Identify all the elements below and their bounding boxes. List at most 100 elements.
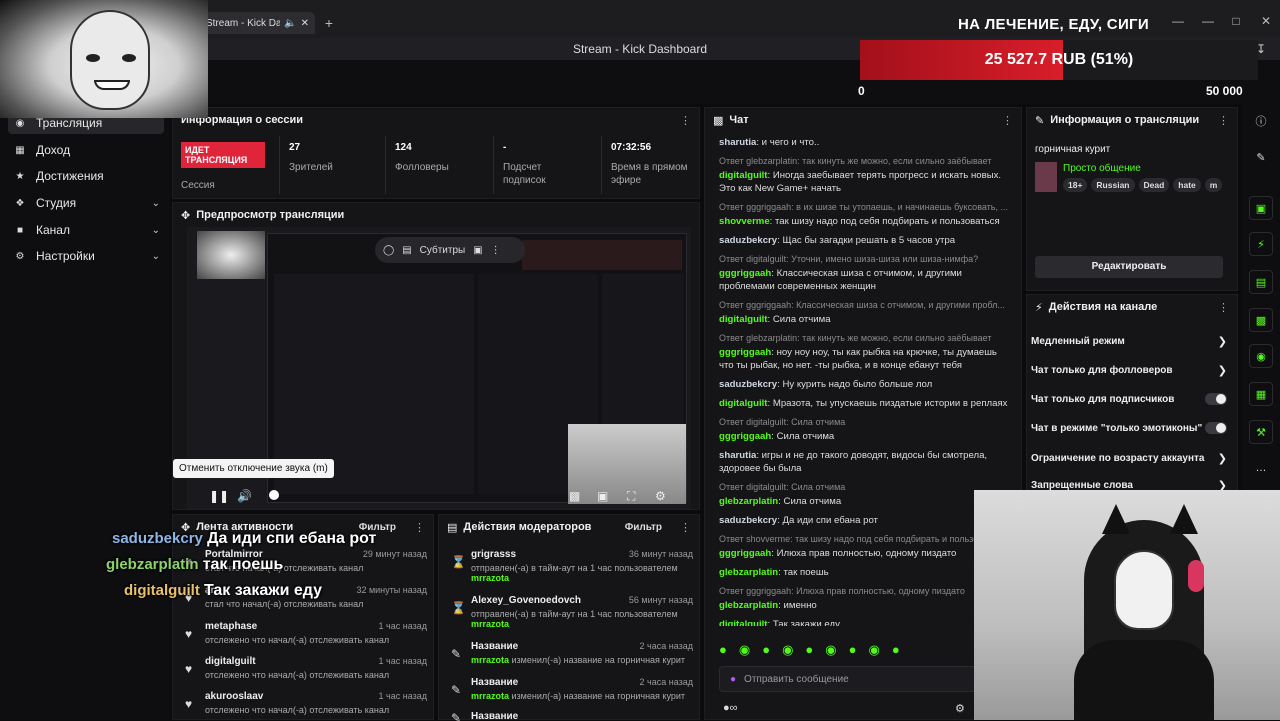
chat-username[interactable]: gggriggaah	[719, 548, 771, 559]
moderator-name[interactable]: mrrazota	[471, 619, 509, 629]
sidebar-item-settings[interactable]: ⚙ Настройки ⌄	[8, 245, 164, 267]
chat-username[interactable]: glebzarplatin	[719, 600, 778, 611]
reply-reference[interactable]: Ответ shovverme: так шизу надо под себя …	[719, 533, 1009, 546]
reply-reference[interactable]: Ответ gggriggaah: Илюха прав полностью, …	[719, 585, 1009, 598]
lightning-icon[interactable]: ⚡	[1249, 232, 1273, 256]
chat-username[interactable]: glebzarplatin	[719, 496, 778, 507]
chat-input[interactable]: ● Отправить сообщение	[719, 666, 1009, 692]
broadcast-icon[interactable]: ◉	[1249, 344, 1273, 368]
chat-username[interactable]: gggriggaah	[719, 431, 771, 442]
info-icon[interactable]: ⓘ	[1249, 110, 1273, 134]
avatar-mouth	[94, 80, 130, 90]
settings-icon[interactable]: ⚙	[655, 489, 666, 503]
emote-icon[interactable]: ●	[805, 642, 813, 664]
chat-settings-icon[interactable]: ⚙	[955, 702, 965, 715]
more-options-icon[interactable]: ⋮	[1002, 114, 1013, 127]
slow-mode-row[interactable]: Медленный режим ❯	[1031, 331, 1227, 351]
more-options-icon[interactable]: ⋮	[1218, 301, 1229, 314]
account-age-row[interactable]: Ограничение по возрасту аккаунта ❯	[1031, 448, 1227, 468]
filter-button[interactable]: Фильтр	[625, 522, 662, 533]
emote-icon[interactable]: ●	[719, 642, 727, 664]
user-name[interactable]: Alexey_Govenoedovch	[471, 595, 581, 606]
more-icon[interactable]: …	[1249, 456, 1273, 480]
pip-icon[interactable]: ▣	[473, 245, 482, 256]
emote-icon[interactable]: ●	[892, 642, 900, 664]
reply-reference[interactable]: Ответ gggriggaah: Классическая шиза с от…	[719, 299, 1009, 312]
reply-reference[interactable]: Ответ glebzarplatin: так кинуть же можно…	[719, 155, 1009, 168]
restore-icon[interactable]: —	[1198, 14, 1218, 28]
category-name[interactable]: Просто общение	[1063, 163, 1141, 174]
chat-username[interactable]: sharutia	[719, 450, 756, 461]
more-options-icon[interactable]: ⋮	[491, 245, 501, 256]
preview-side	[602, 274, 684, 424]
more-options-icon[interactable]: ⋮	[414, 521, 425, 534]
reply-reference[interactable]: Ответ digitalguilt: Сила отчима	[719, 416, 1009, 429]
edit-button[interactable]: Редактировать	[1035, 256, 1223, 278]
chat-username[interactable]: digitalguilt	[719, 170, 768, 181]
chat-messages[interactable]: sharutia: и чего и что.. Ответ glebzarpla…	[719, 136, 1009, 626]
maximize-icon[interactable]: □	[1226, 14, 1246, 28]
fullscreen-icon[interactable]: ⛶	[627, 489, 635, 504]
user-name[interactable]: grigrasss	[471, 549, 516, 560]
subscribers-only-toggle[interactable]	[1205, 393, 1227, 405]
sidebar-item-income[interactable]: ▦ Доход	[8, 139, 164, 161]
more-options-icon[interactable]: ⋮	[680, 521, 691, 534]
chat-users-icon[interactable]: ●∞	[723, 702, 738, 714]
chat-username[interactable]: digitalguilt	[719, 398, 768, 409]
more-options-icon[interactable]: ⋮	[1218, 114, 1229, 127]
chat-username[interactable]: gggriggaah	[719, 268, 771, 279]
moderator-name[interactable]: mrrazota	[471, 655, 509, 665]
chat-username[interactable]: digitalguilt	[719, 619, 768, 626]
chat-username[interactable]: sharutia	[719, 137, 756, 148]
sidebar-item-achievements[interactable]: ★ Достижения	[8, 165, 164, 187]
miniplayer-icon[interactable]: ▣	[597, 489, 608, 503]
emote-icon[interactable]: ●	[762, 642, 770, 664]
volume-slider-handle[interactable]	[269, 490, 279, 500]
moderator-name[interactable]: mrrazota	[471, 691, 509, 701]
wrench-icon[interactable]: ⚒	[1249, 420, 1273, 444]
sidebar-item-studio[interactable]: ❖ Студия ⌄	[8, 192, 164, 214]
more-options-icon[interactable]: ⋮	[680, 114, 691, 127]
list-icon[interactable]: ▤	[1249, 270, 1273, 294]
chat-username[interactable]: gggriggaah	[719, 347, 771, 358]
preview-icon[interactable]: ▦	[1249, 382, 1273, 406]
volume-icon[interactable]: 🔊	[237, 489, 252, 503]
follower-name[interactable]: metaphase	[205, 621, 257, 632]
chat-username[interactable]: saduzbekcry	[719, 379, 777, 390]
captions-icon[interactable]: ▩	[569, 489, 580, 503]
reply-reference[interactable]: Ответ gggriggaah: в их шизе ты утопаешь,…	[719, 201, 1009, 214]
chat-username[interactable]: shovverme	[719, 216, 770, 227]
emote-icon[interactable]: ●	[849, 642, 857, 664]
chat-username[interactable]: digitalguilt	[719, 314, 768, 325]
follower-name[interactable]: akurooslaav	[205, 691, 263, 702]
chat-username[interactable]: glebzarplatin	[719, 567, 778, 578]
pencil-icon[interactable]: ✎	[1249, 146, 1273, 170]
y-icon[interactable]: ◯	[383, 245, 394, 256]
stat-value: -	[503, 142, 507, 153]
pause-icon[interactable]: ❚❚	[209, 489, 229, 503]
followers-only-row[interactable]: Чат только для фолловеров ❯	[1031, 360, 1227, 380]
close-tab-icon[interactable]: ✕	[301, 18, 309, 29]
reply-reference[interactable]: Ответ glebzarplatin: так кинуть же можно…	[719, 332, 1009, 345]
close-window-icon[interactable]: ✕	[1256, 14, 1276, 28]
emote-icon[interactable]: ◉	[825, 642, 836, 664]
new-tab-button[interactable]: +	[320, 14, 338, 32]
chat-icon[interactable]: ▩	[1249, 308, 1273, 332]
reply-reference[interactable]: Ответ digitalguilt: Уточни, имено шиза-ш…	[719, 253, 1009, 266]
emote-icon[interactable]: ◉	[739, 642, 750, 664]
reply-reference[interactable]: Ответ digitalguilt: Сила отчима	[719, 481, 1009, 494]
moderator-name[interactable]: mrrazota	[471, 573, 509, 583]
browser-tab[interactable]: Stream - Kick Dashb 🔈 ✕	[200, 12, 315, 34]
emote-only-toggle[interactable]	[1205, 422, 1227, 434]
chat-username[interactable]: saduzbekcry	[719, 515, 777, 526]
subtitles-pill[interactable]: ◯ ▤ Субтитры ▣ ⋮	[375, 237, 525, 263]
emote-icon[interactable]: ◉	[868, 642, 879, 664]
emote-icon[interactable]: ◉	[782, 642, 793, 664]
chat-username[interactable]: saduzbekcry	[719, 235, 777, 246]
stat-label: Подсчет подписок	[503, 162, 546, 186]
frame-icon[interactable]: ▣	[1249, 196, 1273, 220]
follower-name[interactable]: digitalguilt	[205, 656, 256, 667]
subtitles-label[interactable]: Субтитры	[420, 245, 466, 256]
minimize-icon[interactable]: —	[1168, 14, 1188, 28]
sidebar-item-channel[interactable]: ■ Канал ⌄	[8, 219, 164, 241]
